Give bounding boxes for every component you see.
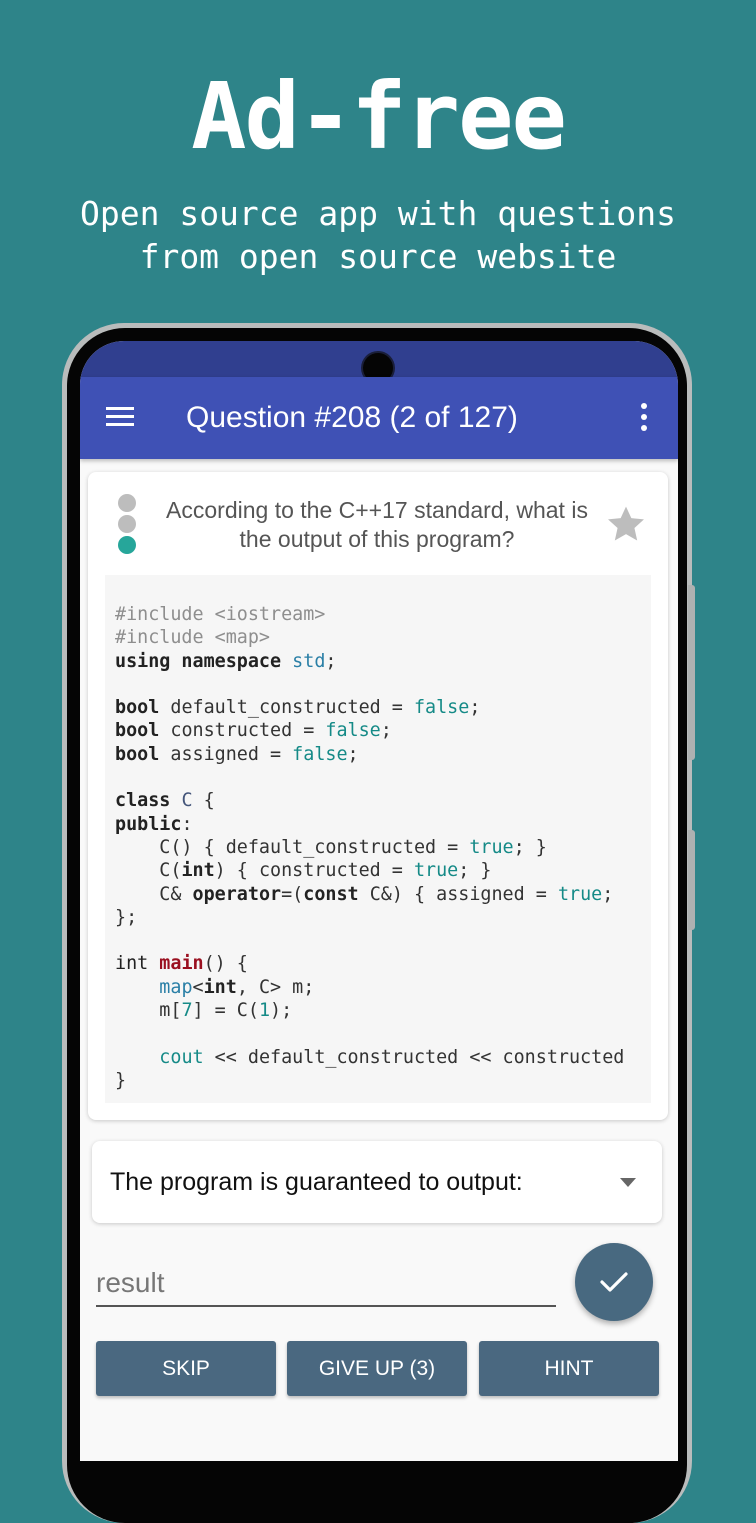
skip-button[interactable]: SKIP bbox=[96, 1341, 276, 1396]
promo-subtitle-line2: from open source website bbox=[139, 237, 617, 276]
give-up-button[interactable]: GIVE UP (3) bbox=[287, 1341, 467, 1396]
submit-button[interactable] bbox=[575, 1243, 653, 1321]
code-line: #include <map> bbox=[115, 627, 271, 649]
app-toolbar: Question #208 (2 of 127) bbox=[80, 377, 678, 459]
progress-dot-active bbox=[118, 536, 136, 554]
progress-dot-inactive bbox=[118, 515, 136, 533]
promo-subtitle-line1: Open source app with questions bbox=[79, 194, 677, 233]
dropdown-selected-value: The program is guaranteed to output: bbox=[110, 1168, 523, 1196]
star-icon[interactable] bbox=[603, 502, 649, 546]
promo-title: Ad-free bbox=[191, 63, 567, 170]
toolbar-title: Question #208 (2 of 127) bbox=[186, 401, 518, 434]
progress-dot-inactive bbox=[118, 494, 136, 512]
progress-dots bbox=[118, 494, 138, 557]
code-block: #include <iostream> #include <map> using… bbox=[105, 575, 651, 1103]
question-text: According to the C++17 standard, what is… bbox=[166, 497, 588, 552]
question-card: According to the C++17 standard, what is… bbox=[88, 472, 668, 1120]
phone-volume-button bbox=[688, 585, 695, 760]
hint-button[interactable]: HINT bbox=[479, 1341, 659, 1396]
more-vert-icon[interactable] bbox=[638, 403, 648, 433]
promo-subtitle: Open source app with questions from open… bbox=[0, 192, 756, 278]
code-line: #include <iostream> bbox=[115, 604, 326, 625]
check-icon bbox=[600, 1272, 628, 1292]
hamburger-menu-icon[interactable] bbox=[106, 407, 134, 427]
code-listing: #include <iostream> #include <map> using… bbox=[115, 604, 625, 1091]
dropdown-arrow-icon bbox=[620, 1178, 636, 1187]
answer-type-dropdown[interactable]: The program is guaranteed to output: bbox=[92, 1141, 662, 1223]
phone-power-button bbox=[688, 830, 695, 930]
result-input[interactable] bbox=[96, 1261, 556, 1307]
app-screen: Question #208 (2 of 127) According to th… bbox=[80, 341, 678, 1461]
